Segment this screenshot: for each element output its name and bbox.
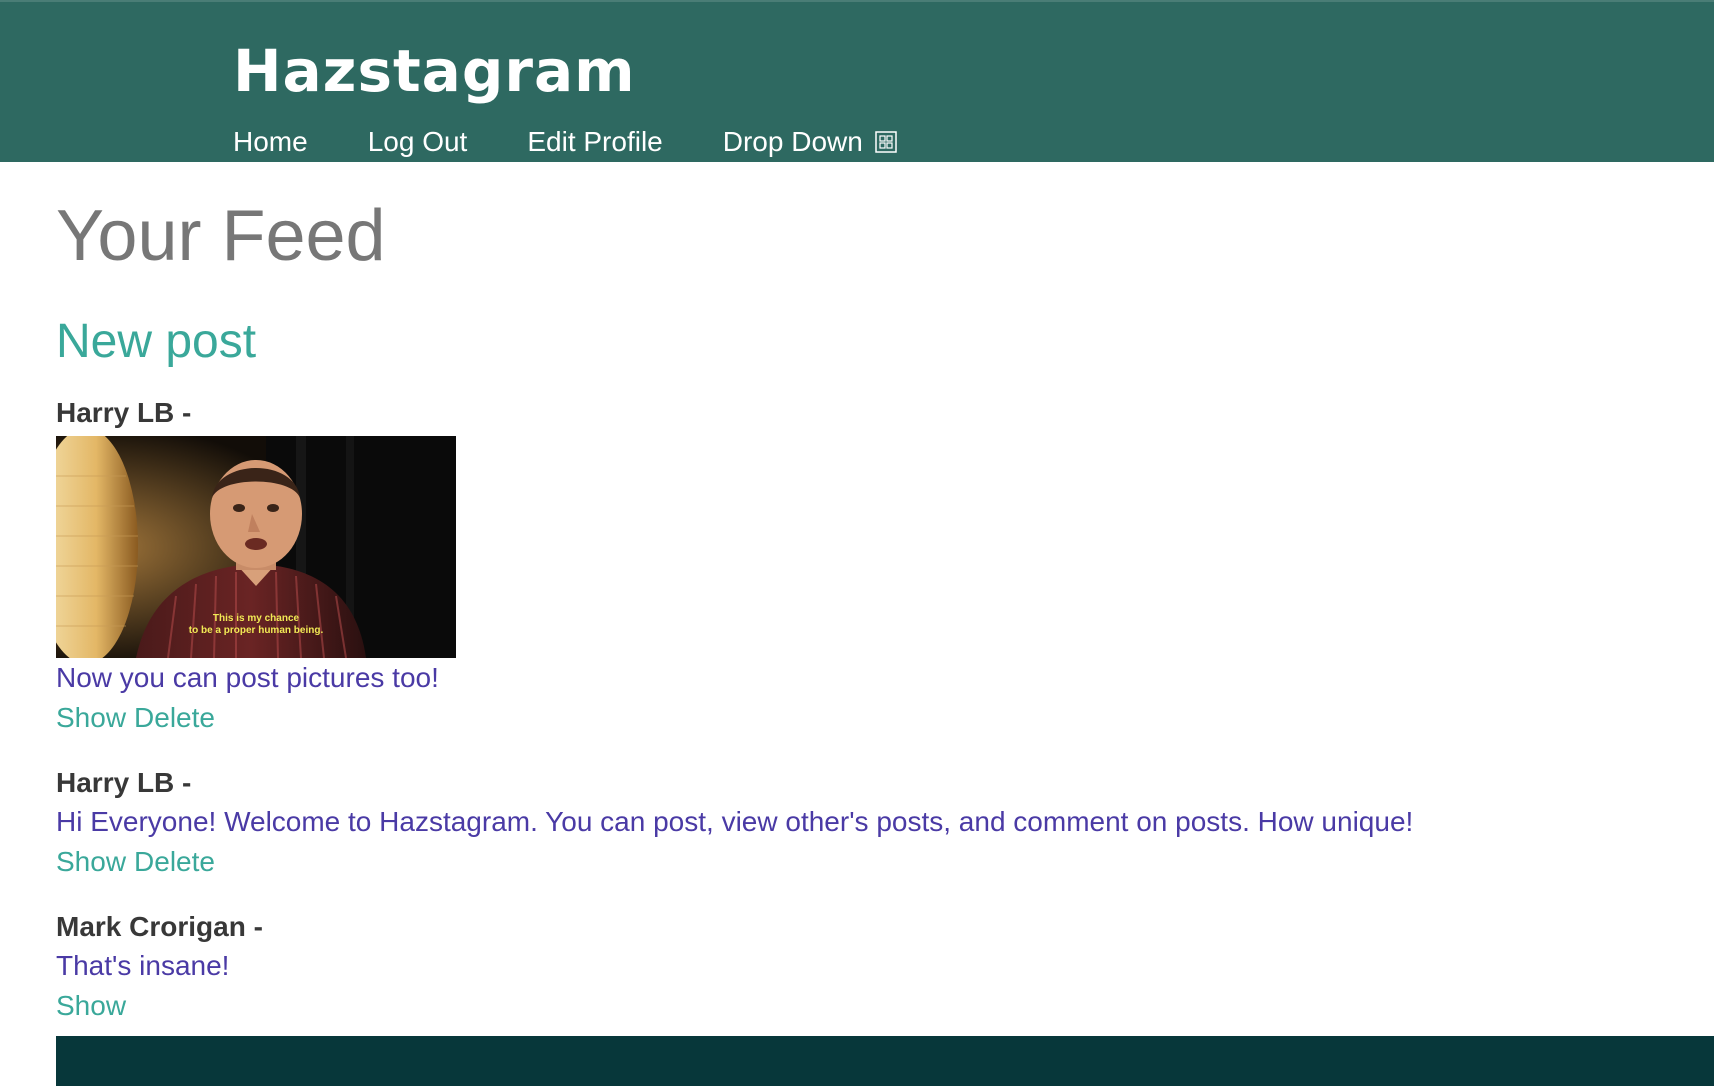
show-post-link[interactable]: Show — [56, 702, 126, 733]
image-caption-line-2: to be a proper human being. — [189, 625, 324, 636]
nav-home-link[interactable]: Home — [233, 122, 308, 162]
post-text[interactable]: Hi Everyone! Welcome to Hazstagram. You … — [56, 802, 1656, 842]
post-author: Harry LB - — [56, 397, 192, 428]
main-nav: Home Log Out Edit Profile Drop Down — [233, 122, 897, 162]
post-text[interactable]: That's insane! — [56, 946, 1656, 986]
page-title: Your Feed — [56, 196, 386, 276]
post-actions: Show Delete — [56, 842, 1656, 882]
post-author: Harry LB - — [56, 767, 192, 798]
nav-dropdown-label: Drop Down — [722, 126, 863, 157]
post-actions: Show Delete — [56, 698, 1656, 738]
post-actions: Show — [56, 986, 1656, 1026]
delete-post-link[interactable]: Delete — [134, 702, 215, 733]
show-post-link[interactable]: Show — [56, 846, 126, 877]
dropdown-glyph-icon — [875, 131, 897, 153]
post-item: Mark Crorigan - That's insane! Show — [56, 908, 1656, 1026]
delete-post-link[interactable]: Delete — [134, 846, 215, 877]
new-post-link[interactable]: New post — [56, 314, 256, 370]
post-author: Mark Crorigan - — [56, 911, 263, 942]
post-item: Harry LB - This is my chance to be a pro… — [56, 394, 1656, 738]
nav-dropdown-toggle[interactable]: Drop Down — [723, 122, 897, 162]
show-post-link[interactable]: Show — [56, 990, 126, 1021]
post-feed: Harry LB - This is my chance to be a pro… — [56, 394, 1656, 1052]
nav-logout-link[interactable]: Log Out — [368, 122, 468, 162]
post-item: Harry LB - Hi Everyone! Welcome to Hazst… — [56, 764, 1656, 882]
nav-edit-profile-link[interactable]: Edit Profile — [527, 122, 662, 162]
post-text[interactable]: Now you can post pictures too! — [56, 658, 1656, 698]
page-footer — [56, 1036, 1714, 1086]
top-navbar: Hazstagram Home Log Out Edit Profile Dro… — [0, 0, 1714, 162]
image-caption-line-1: This is my chance — [213, 613, 300, 624]
post-image: This is my chance to be a proper human b… — [56, 436, 456, 658]
brand-logo-text[interactable]: Hazstagram — [233, 36, 636, 106]
